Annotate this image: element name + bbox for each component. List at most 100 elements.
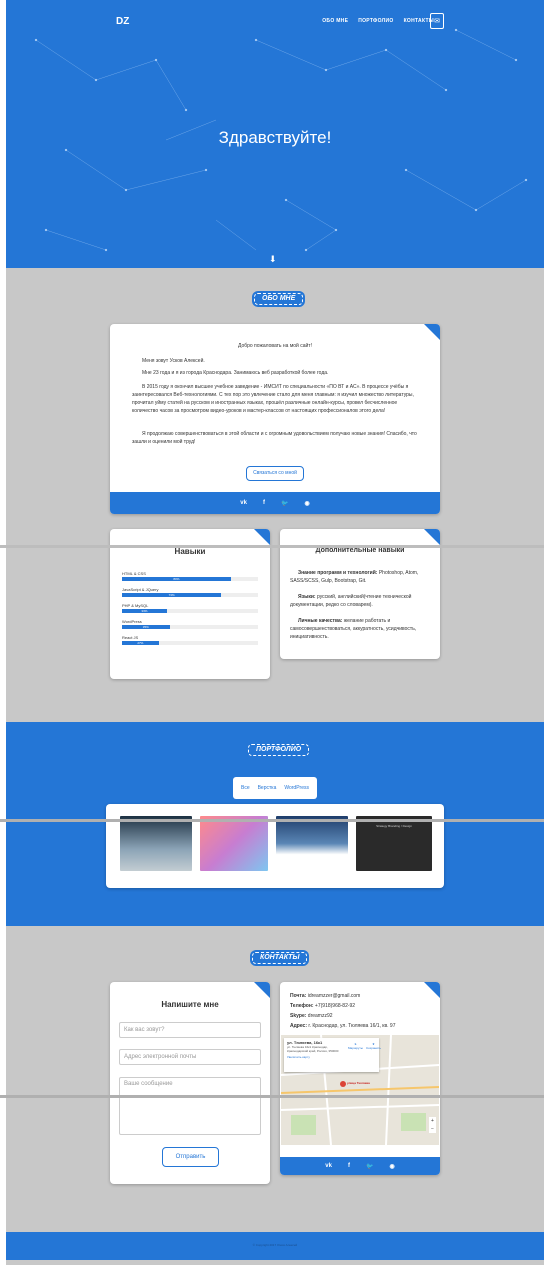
footer-copyright: © Copyright 2017 Усков Алексей [252,1243,298,1247]
card-corner [424,324,440,340]
card-corner [424,529,440,545]
vk-icon[interactable]: vk [240,500,247,506]
nav-link-portfolio[interactable]: ПОРТФОЛИО [358,18,393,24]
address-label: Адрес: [290,1023,307,1029]
envelope-icon: ✉ [434,18,440,25]
about-p1: Меня зовут Усков Алексей. [142,358,205,364]
skill-bar-fill: 73% [122,593,222,597]
form-title: Напишите мне [161,1000,219,1009]
page: DZ ОБО МНЕ ПОРТФОЛИО КОНТАКТЫ ✉ Здравств… [0,0,550,1265]
filter-all[interactable]: Все [241,785,250,791]
thumb-caption: Strategy Branding / Design [376,824,412,828]
name-input[interactable]: Как вас зовут? [119,1022,261,1038]
map-route-label: Маршруты [348,1046,363,1050]
skill-bar-track: 33% [122,609,258,613]
map-marker-label: улица Тюляева [347,1081,370,1085]
extra-skills-card: Дополнительные навыки Знание программ и … [280,529,440,659]
section-divider [0,545,550,548]
portfolio-badge: ПОРТФОЛИО [246,742,312,758]
about-p3: В 2015 году я окончил высшее учебное зав… [132,384,414,414]
tech-skills: Знание программ и технологий: Photoshop,… [290,569,430,585]
site-logo[interactable]: DZ [116,16,129,27]
contact-skype: Skype: dreamzz92 [290,1011,438,1021]
filter-wordpress[interactable]: WordPress [284,785,309,791]
nav-link-about[interactable]: ОБО МНЕ [322,18,348,24]
skills-title: Навыки [174,547,206,556]
contact-me-button[interactable]: Связаться со мной [246,466,304,481]
card-corner [254,982,270,998]
languages: Языки: русский, английский(чтение технич… [290,593,430,609]
contact-email: Почта: idreamzzer@gmail.com [290,991,438,1001]
social-bar: vk f 🐦 ◉ [110,492,440,514]
skill-label: HTML & CSS [122,571,146,576]
twitter-icon[interactable]: 🐦 [366,1163,373,1170]
github-icon[interactable]: ◉ [389,1163,394,1170]
email-input[interactable]: Адрес электронной почты [119,1049,261,1065]
facebook-icon[interactable]: f [263,500,265,506]
skill-bar-fill: 33% [122,609,167,613]
contact-phone: Телефон: +7(918)968-82-92 [290,1001,438,1011]
mail-label: Почта: [290,993,307,999]
message-textarea[interactable]: Ваше сообщение [119,1077,261,1135]
about-badge: ОБО МНЕ [252,291,306,307]
skills-card: Навыки HTML & CSS 80% JavaScript & JQuery 7… [110,529,270,679]
arrow-down-icon[interactable]: ⬇ [269,254,277,265]
social-bar: vk f 🐦 ◉ [280,1157,440,1175]
hero-section: DZ ОБО МНЕ ПОРТФОЛИО КОНТАКТЫ ✉ Здравств… [6,0,544,268]
footer: © Copyright 2017 Усков Алексей [6,1232,544,1260]
extra-skills-title: Дополнительные навыки [315,547,405,554]
map-zoom-controls[interactable]: + − [429,1117,436,1133]
skype-label: Skype: [290,1013,307,1019]
about-card: Добро пожаловать на мой сайт! Меня зовут… [110,324,440,514]
contact-address: Адрес: г. Краснодар, ул. Тюляева 16/1, к… [290,1021,438,1031]
card-corner [254,529,270,545]
map-save-button[interactable]: ★ Сохранить [366,1042,381,1050]
about-p4: Я продолжаю совершенствоваться в этой об… [132,431,417,445]
skill-bar-fill: 27% [122,641,159,645]
google-map[interactable]: ул. Тюляева, 16к1 ул. Тюляева 16к1 Красн… [281,1035,439,1145]
map-popup: ул. Тюляева, 16к1 ул. Тюляева 16к1 Красн… [284,1038,381,1072]
welcome-text: Добро пожаловать на мой сайт! [238,343,312,349]
contacts-badge: КОНТАКТЫ [250,950,310,966]
submit-button[interactable]: Отправить [162,1147,219,1167]
portfolio-grid: Strategy Branding / Design [106,804,444,888]
portfolio-item-1[interactable] [120,816,192,871]
section-divider [0,819,550,822]
lang-label: Языки: [298,594,316,600]
portfolio-item-2[interactable] [200,816,268,871]
phone-value[interactable]: +7(918)968-82-92 [315,1003,355,1009]
skill-bar-fill: 35% [122,625,170,629]
skill-bar-fill: 80% [122,577,231,581]
qual-label: Личные качества: [298,618,343,624]
address-value: г. Краснодар, ул. Тюляева 16/1, кв. 97 [308,1023,396,1029]
portfolio-item-4[interactable]: Strategy Branding / Design [356,816,432,871]
portfolio-item-3[interactable] [276,816,348,871]
personal-qualities: Личные качества: желание работать и само… [290,617,430,641]
main-nav: ОБО МНЕ ПОРТФОЛИО КОНТАКТЫ [322,18,434,24]
skill-label: JavaScript & JQuery [122,587,159,592]
skill-bar-track: 27% [122,641,258,645]
map-route-button[interactable]: ➤ Маршруты [348,1042,363,1050]
about-p2: Мне 23 года и я из города Краснодара. За… [142,370,329,376]
mail-button[interactable]: ✉ [430,13,444,29]
section-divider [0,1095,550,1098]
twitter-icon[interactable]: 🐦 [281,500,288,507]
portfolio-filters: Все Верстка WordPress [233,777,317,799]
vk-icon[interactable]: vk [325,1163,332,1169]
skill-label: PHP & MySQL [122,603,149,608]
phone-label: Телефон: [290,1003,314,1009]
map-save-label: Сохранить [366,1046,381,1050]
skills-list: HTML & CSS 80% JavaScript & JQuery 73% PHP &… [122,571,258,651]
skill-label: WordPress [122,619,142,624]
map-enlarge-link[interactable]: Увеличить карту [287,1055,376,1059]
skype-value[interactable]: dreamzz92 [308,1013,333,1019]
skill-bar-track: 80% [122,577,258,581]
filter-layout[interactable]: Верстка [258,785,277,791]
skill-label: React JS [122,635,139,640]
github-icon[interactable]: ◉ [304,500,309,507]
mail-value[interactable]: idreamzzer@gmail.com [308,993,361,999]
map-popup-address: ул. Тюляева 16к1 Краснодар, Краснодарски… [287,1045,339,1053]
hero-title: Здравствуйте! [218,128,332,147]
facebook-icon[interactable]: f [348,1163,350,1169]
tech-label: Знание программ и технологий: [298,570,378,576]
